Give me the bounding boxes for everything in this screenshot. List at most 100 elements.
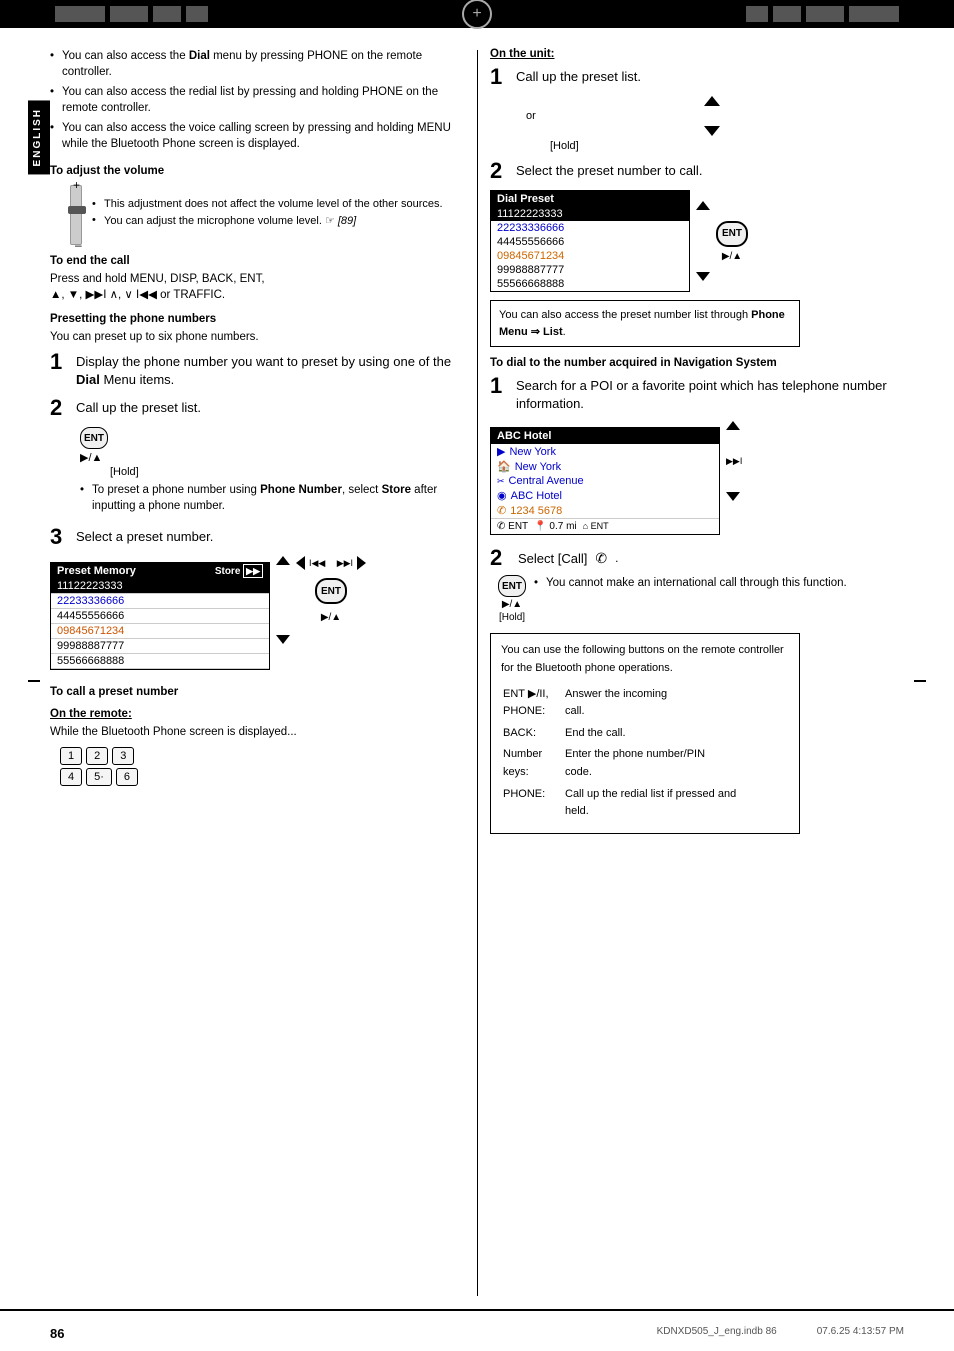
file-name: KDNXD505_J_eng.indb 86 [657,1326,777,1341]
volume-slider-graphic: + – [70,185,82,245]
dial-row-2[interactable]: 22233336666 [491,221,689,235]
abc-row-icon-1: ▶ [497,445,505,458]
left-arrow[interactable] [296,556,305,570]
step-text-1: Display the phone number you want to pre… [76,351,470,389]
abc-scroll-down[interactable] [726,492,740,501]
num-key-5[interactable]: 5· [86,768,112,786]
abc-row-icon-5: ✆ [497,504,506,517]
step-num-3: 3 [50,526,70,548]
number-keys-illustration: 1 2 3 4 5· 6 [60,747,470,786]
preset-header-label: Preset Memory [57,565,136,577]
num-key-2[interactable]: 2 [86,747,108,765]
abc-row-icon-4: ◉ [497,489,507,502]
up-arrow-box [520,96,904,106]
abc-row-text-2: New York [515,461,561,473]
dial-preset-container: Dial Preset 11122223333 22233336666 4445… [490,190,904,292]
num-key-6[interactable]: 6 [116,768,138,786]
preset-table-header: Preset Memory Store ▶▶ [51,563,269,579]
abc-row-text-1: New York [509,446,555,458]
bottom-bar [0,1309,954,1311]
call-note-bullet: You cannot make an international call th… [534,575,847,591]
ent-btn-step2[interactable]: ENT [498,575,526,597]
preset-row-5[interactable]: 99988887777 [51,639,269,654]
abc-row-5: ✆ 1234 5678 [491,503,719,518]
right-hold-label: [Hold] [550,140,904,152]
call-icon: ✆ [595,550,607,567]
abc-row-icon-2: 🏠 [497,460,511,473]
preset-memory-table: Preset Memory Store ▶▶ 11122223333 22233… [50,562,270,670]
right-step-2: 2 Select the preset number to call. [490,160,904,182]
dial-ent-btn[interactable]: ENT [716,221,748,247]
top-bar [0,0,954,28]
preset-memory-container: Preset Memory Store ▶▶ 11122223333 22233… [50,556,470,676]
nav-section-heading: To dial to the number acquired in Naviga… [490,357,904,369]
abc-row-2: 🏠 New York [491,459,719,474]
dial-scroll-down[interactable] [696,272,710,281]
dial-row-3[interactable]: 44455556666 [491,235,689,249]
dial-row-4[interactable]: 09845671234 [491,249,689,263]
step-text-2: Call up the preset list. [76,397,201,417]
table-scrollbar [276,556,290,644]
dial-row-1[interactable]: 11122223333 [491,207,689,221]
left-column: You can also access the Dial menu by pre… [50,48,470,834]
call-preset-body: While the Bluetooth Phone screen is disp… [50,724,470,740]
volume-heading: To adjust the volume [50,165,470,177]
abc-scroll-up[interactable] [726,421,740,430]
info-key-3: Number keys: [503,746,563,783]
nav-step-2-row: 2 Select [Call] ✆ . [490,547,904,569]
skip-back-icon: I◀◀ [309,558,325,569]
left-margin-mark [28,680,40,682]
number-keys-row-2: 4 5· 6 [60,768,470,786]
nav-step-num-2: 2 [490,547,510,569]
num-key-4[interactable]: 4 [60,768,82,786]
right-column: On the unit: 1 Call up the preset list. … [490,48,904,834]
play-pause-step2: ▶/▲ [502,599,522,610]
preset-row-2[interactable]: 22233336666 [51,594,269,609]
step2-ent-block: ENT ▶/▲ [Hold] You cannot make an intern… [490,575,904,623]
preset-row-1[interactable]: 11122223333 [51,579,269,594]
presetting-heading: Presetting the phone numbers [50,313,470,325]
dial-scrollbar [696,201,710,281]
presetting-body: You can preset up to six phone numbers. [50,329,470,345]
dial-row-5[interactable]: 99988887777 [491,263,689,277]
right-margin-mark [914,680,926,682]
info-box-intro: You can use the following buttons on the… [501,642,789,677]
step-3: 3 Select a preset number. [50,526,470,548]
right-arrow[interactable] [357,556,366,570]
abc-row-text-4: ABC Hotel [511,490,562,502]
down-arrow-box [520,126,904,136]
dial-preset-table: Dial Preset 11122223333 22233336666 4445… [490,190,690,292]
volume-text-list: This adjustment does not affect the volu… [92,198,443,231]
bullet-item: You can also access the Dial menu by pre… [50,48,470,80]
down-arrow[interactable] [704,126,720,136]
num-key-3[interactable]: 3 [112,747,134,765]
preset-note-list: To preset a phone number using Phone Num… [80,482,470,514]
right-step-text-2: Select the preset number to call. [516,160,702,180]
abc-row-text-3: Central Avenue [509,475,584,487]
abc-row-icon-3: ✂ [497,476,505,487]
info-row-3: Number keys: Enter the phone number/PINc… [503,746,787,783]
dial-preset-header: Dial Preset [491,191,689,207]
left-right-arrows: I◀◀ ▶▶I [296,556,366,570]
nav-step-text-2: Select [Call] [518,548,587,568]
num-key-1[interactable]: 1 [60,747,82,765]
preset-note-box: You can also access the preset number li… [490,300,800,347]
info-box-table: ENT ▶/II, PHONE: Answer the incomingcall… [501,684,789,825]
scroll-up-arrow[interactable] [276,556,290,565]
dial-row-6[interactable]: 55566668888 [491,277,689,291]
info-row-4: PHONE: Call up the redial list if presse… [503,786,787,823]
scroll-down-arrow[interactable] [276,635,290,644]
dial-scroll-up[interactable] [696,201,710,210]
preset-row-6[interactable]: 55566668888 [51,654,269,669]
preset-row-3[interactable]: 44455556666 [51,609,269,624]
nav-step-text-1: Search for a POI or a favorite point whi… [516,375,904,413]
preset-row-4[interactable]: 09845671234 [51,624,269,639]
abc-row-1: ▶ New York [491,444,719,459]
volume-slider-handle [68,206,86,214]
up-arrow[interactable] [704,96,720,106]
ent-btn-large[interactable]: ENT [315,578,347,604]
abc-hotel-table: ABC Hotel ▶ New York 🏠 New York ✂ Centra… [490,427,720,535]
footer-dist: 📍 0.7 mi [534,521,576,532]
info-row-1: ENT ▶/II, PHONE: Answer the incomingcall… [503,686,787,723]
ent-button[interactable]: ENT [80,427,108,449]
